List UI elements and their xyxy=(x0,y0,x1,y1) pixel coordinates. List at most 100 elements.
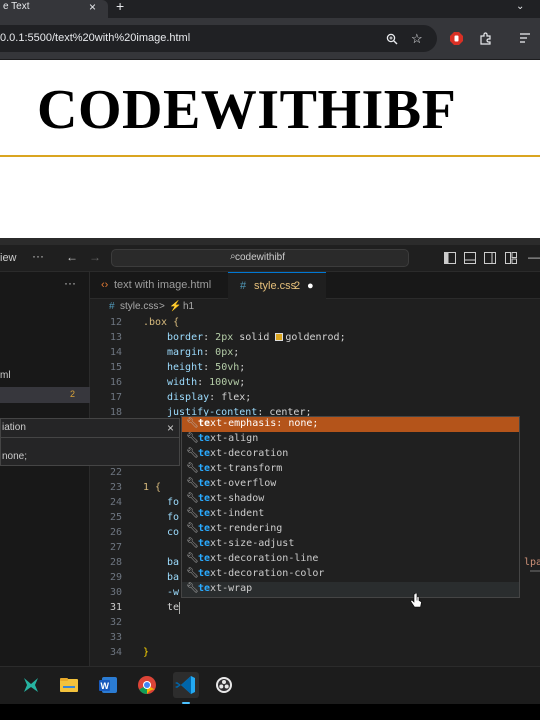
hover-close-icon[interactable]: × xyxy=(167,421,174,435)
close-tab-icon[interactable]: × xyxy=(89,0,96,14)
code-line: ba xyxy=(167,557,180,568)
code-line: fo xyxy=(167,497,180,508)
code-line: margin: 0px; xyxy=(167,347,240,358)
wrench-icon: 🔧︎ xyxy=(186,508,199,519)
suggest-label: text-size-adjust xyxy=(198,538,295,549)
line-number: 34 xyxy=(109,647,122,658)
suggest-item[interactable]: 🔧︎ text-overflow xyxy=(182,477,519,492)
browser-tab-title: e Text xyxy=(3,1,30,12)
wrench-icon: 🔧︎ xyxy=(186,418,199,429)
new-tab-button[interactable]: + xyxy=(116,0,124,14)
overflow-code-text: lpa xyxy=(524,557,540,568)
web-page: CODEWITHIBF xyxy=(0,60,540,238)
code-line-current: te xyxy=(167,602,180,613)
hover-title: iation xyxy=(2,422,26,433)
tab-style-css[interactable]: # style.css 2 ● xyxy=(228,272,326,299)
editor-tab-bar: ‹› text with image.html # style.css 2 ● xyxy=(90,272,540,299)
code-line: border: 2px solid goldenrod; xyxy=(167,332,346,343)
mouse-pointer-icon xyxy=(410,592,422,612)
sidebar-file-item[interactable]: ml xyxy=(0,370,11,381)
line-number: 29 xyxy=(109,572,122,583)
box-heading: CODEWITHIBF xyxy=(37,79,457,141)
toggle-secondary-sidebar-icon[interactable] xyxy=(484,252,496,266)
more-menu-icon[interactable]: ··· xyxy=(32,249,44,263)
code-line: display: flex; xyxy=(167,392,252,403)
vscode-icon[interactable] xyxy=(173,672,199,698)
svg-text:W: W xyxy=(101,681,110,691)
suggest-label: text-decoration xyxy=(198,448,289,459)
bookmark-star-icon[interactable]: ☆ xyxy=(411,32,423,45)
suggest-item[interactable]: 🔧︎ text-wrap xyxy=(182,582,519,597)
hover-panel: iation × none; xyxy=(0,418,180,466)
file-explorer-icon[interactable] xyxy=(58,674,80,696)
browser-tab[interactable]: e Text × xyxy=(0,0,108,18)
wrench-icon: 🔧︎ xyxy=(186,553,199,564)
chrome-icon[interactable] xyxy=(136,674,158,696)
obs-icon[interactable] xyxy=(213,674,235,696)
css-file-icon: # xyxy=(109,301,115,312)
line-number: 14 xyxy=(109,347,122,358)
sidebar-selected-item[interactable]: 2 xyxy=(0,387,90,403)
scrollbar-marker xyxy=(530,570,540,572)
suggest-item[interactable]: 🔧︎ text-decoration xyxy=(182,447,519,462)
html-file-icon: ‹› xyxy=(101,279,109,291)
address-bar[interactable]: 0.0.1:5500/text%20with%20image.html xyxy=(0,25,437,52)
suggest-item[interactable]: 🔧︎ text-decoration-color xyxy=(182,567,519,582)
suggest-item[interactable]: 🔧︎ text-decoration-line xyxy=(182,552,519,567)
line-number: 16 xyxy=(109,377,122,388)
sidebar-more-icon[interactable]: ··· xyxy=(64,276,76,290)
breadcrumb-file[interactable]: style.css xyxy=(120,301,158,312)
chevron-down-icon[interactable]: ⌄ xyxy=(516,1,524,12)
suggest-item[interactable]: 🔧︎ text-indent xyxy=(182,507,519,522)
suggest-label: text-shadow xyxy=(198,493,265,504)
unsaved-dot-icon[interactable]: ● xyxy=(307,280,314,292)
suggest-label: text-decoration-line xyxy=(198,553,319,564)
reading-list-icon[interactable] xyxy=(520,32,532,46)
symbol-icon: ⚡ xyxy=(169,301,182,312)
browser-tab-strip: e Text × + ⌄ xyxy=(0,0,540,18)
zoom-icon[interactable] xyxy=(386,33,398,47)
autocomplete-suggest-widget[interactable]: 🔧︎ text-emphasis: none; 🔧︎ text-align 🔧︎… xyxy=(181,416,520,598)
forward-arrow-icon[interactable]: → xyxy=(89,251,101,263)
code-line: ba xyxy=(167,572,180,583)
suggest-item[interactable]: 🔧︎ text-rendering xyxy=(182,522,519,537)
color-swatch-icon[interactable] xyxy=(275,333,284,341)
suggest-item[interactable]: 🔧︎ text-transform xyxy=(182,462,519,477)
url-text: 0.0.1:5500/text%20with%20image.html xyxy=(0,32,191,44)
screen: e Text × + ⌄ 0.0.1:5500/text%20with%20im… xyxy=(0,0,540,720)
code-line: 1 { xyxy=(143,482,162,493)
code-line: height: 50vh; xyxy=(167,362,246,373)
wrench-icon: 🔧︎ xyxy=(186,538,199,549)
breadcrumb-symbol[interactable]: h1 xyxy=(183,301,194,312)
minimize-icon[interactable]: — xyxy=(528,251,540,263)
toggle-panel-icon[interactable] xyxy=(464,252,476,266)
wrench-icon: 🔧︎ xyxy=(186,433,199,444)
problem-count-badge: 2 xyxy=(70,389,76,399)
window-divider xyxy=(0,238,540,245)
line-number: 25 xyxy=(109,512,122,523)
suggest-label: text-overflow xyxy=(198,478,277,489)
line-number: 23 xyxy=(109,482,122,493)
css-file-icon: # xyxy=(240,280,247,292)
wrench-icon: 🔧︎ xyxy=(186,448,199,459)
suggest-item[interactable]: 🔧︎ text-align xyxy=(182,432,519,447)
tab-text-with-image-html[interactable]: ‹› text with image.html xyxy=(90,272,228,299)
back-arrow-icon[interactable]: ← xyxy=(66,251,78,263)
suggest-item[interactable]: 🔧︎ text-emphasis: none; xyxy=(182,417,519,432)
extensions-puzzle-icon[interactable] xyxy=(479,32,492,47)
customize-layout-icon[interactable] xyxy=(505,252,517,266)
wrench-icon: 🔧︎ xyxy=(186,568,199,579)
extension-stop-icon[interactable] xyxy=(450,32,463,47)
text-cursor xyxy=(179,602,180,614)
command-search-box[interactable]: ⌕ codewithibf xyxy=(111,249,409,267)
suggest-item[interactable]: 🔧︎ text-size-adjust xyxy=(182,537,519,552)
toggle-sidebar-icon[interactable] xyxy=(444,252,456,266)
suggest-label: text-indent xyxy=(198,508,265,519)
xbox-icon[interactable] xyxy=(20,674,42,696)
suggest-item[interactable]: 🔧︎ text-shadow xyxy=(182,492,519,507)
menu-view[interactable]: iew xyxy=(0,252,17,264)
word-icon[interactable]: W xyxy=(97,674,119,696)
suggest-label: text-transform xyxy=(198,463,283,474)
line-number: 32 xyxy=(109,617,122,628)
wrench-icon: 🔧︎ xyxy=(186,478,199,489)
